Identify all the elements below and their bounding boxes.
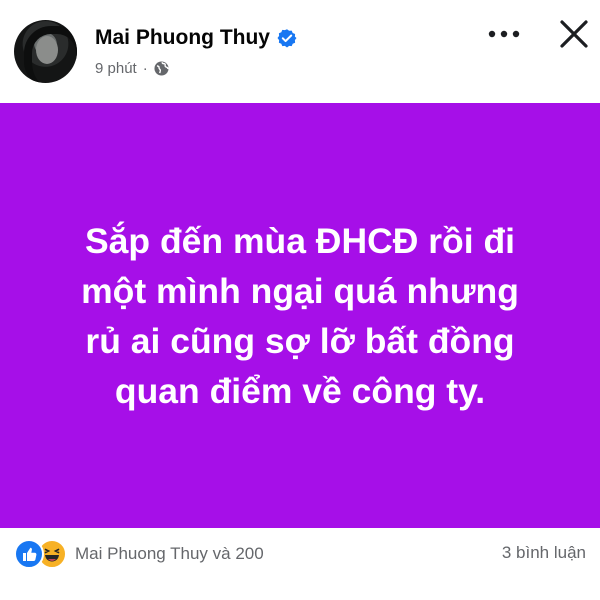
reactions-text: Mai Phuong Thuy và 200 — [75, 544, 264, 563]
post-text-line: quan điểm về công ty. — [114, 370, 486, 411]
close-icon[interactable] — [558, 18, 590, 50]
post-text-line: Sắp đến mùa ĐHCĐ rồi đi — [85, 220, 515, 261]
post-meta: 9 phút · — [95, 60, 169, 77]
globe-icon — [154, 61, 169, 76]
post-header: Mai Phuong Thuy 9 phút · — [0, 0, 600, 103]
author-name-row: Mai Phuong Thuy — [95, 26, 297, 50]
post-content-background: Sắp đến mùa ĐHCĐ rồi đi một mình ngại qu… — [0, 103, 600, 528]
avatar-face — [36, 36, 58, 64]
author-avatar[interactable] — [14, 20, 77, 83]
reactions-summary[interactable]: Mai Phuong Thuy và 200 — [14, 539, 264, 569]
action-bar-edge — [0, 590, 600, 600]
post-text-line: một mình ngại quá nhưng — [81, 270, 519, 311]
comments-count[interactable]: 3 bình luận — [502, 543, 586, 563]
author-name[interactable]: Mai Phuong Thuy — [95, 26, 270, 50]
post-footer: Mai Phuong Thuy và 200 3 bình luận — [0, 528, 600, 600]
like-icon — [14, 539, 44, 569]
post-text: Sắp đến mùa ĐHCĐ rồi đi một mình ngại qu… — [20, 216, 580, 416]
more-options-icon[interactable] — [487, 22, 523, 46]
verified-badge-icon — [277, 29, 297, 48]
post-time[interactable]: 9 phút — [95, 60, 137, 77]
meta-separator: · — [142, 60, 148, 77]
post-text-line: rủ ai cũng sợ lỡ bất đồng — [85, 320, 515, 361]
